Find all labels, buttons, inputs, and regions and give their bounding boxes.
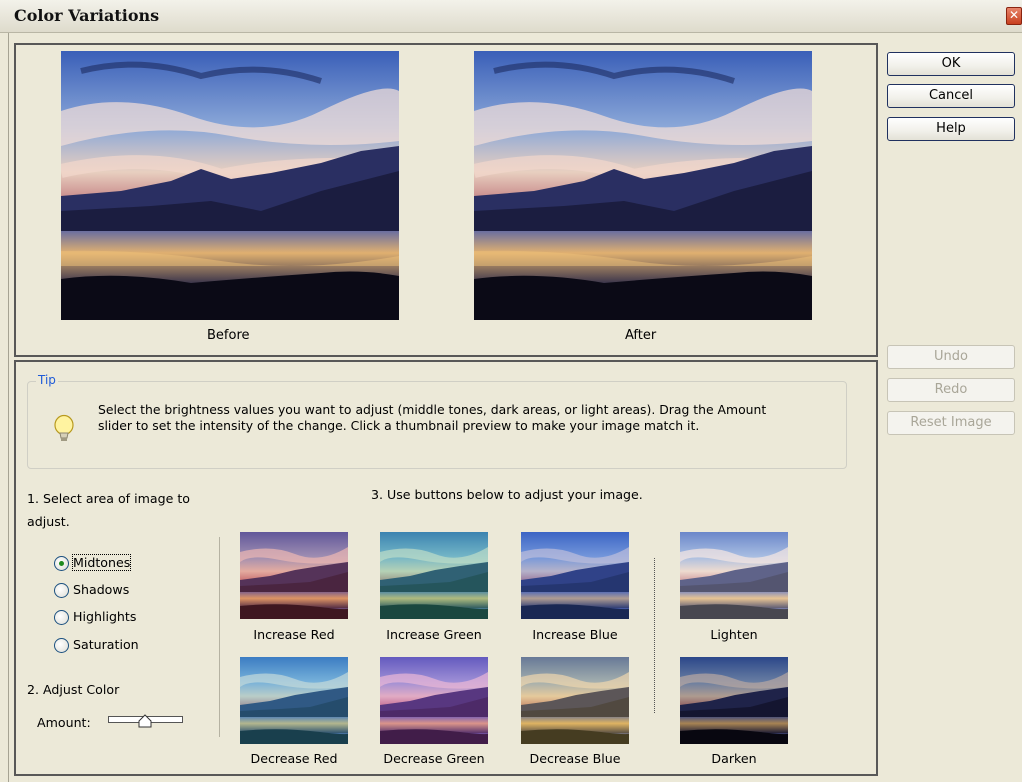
thumb-darken[interactable] bbox=[680, 657, 788, 744]
before-label: Before bbox=[207, 328, 250, 343]
radio-label: Highlights bbox=[73, 609, 137, 624]
after-label: After bbox=[625, 328, 657, 343]
thumb-increase-red[interactable] bbox=[240, 532, 348, 619]
radio-button[interactable] bbox=[54, 638, 69, 653]
amount-label: Amount: bbox=[37, 715, 91, 730]
thumb-label-decrease-blue: Decrease Blue bbox=[529, 751, 621, 766]
thumb-decrease-green[interactable] bbox=[380, 657, 488, 744]
step3-label: 3. Use buttons below to adjust your imag… bbox=[371, 487, 643, 502]
thumb-label-decrease-red: Decrease Red bbox=[250, 751, 338, 766]
cancel-button[interactable]: Cancel bbox=[887, 84, 1015, 108]
thumb-increase-green[interactable] bbox=[380, 532, 488, 619]
lightbulb-icon bbox=[52, 414, 76, 447]
reset-image-button[interactable]: Reset Image bbox=[887, 411, 1015, 435]
step1-label: 1. Select area of image to adjust. bbox=[27, 491, 190, 529]
radio-label: Saturation bbox=[73, 637, 139, 652]
vertical-divider bbox=[219, 537, 220, 737]
before-preview-image bbox=[61, 51, 399, 320]
ok-button[interactable]: OK bbox=[887, 52, 1015, 76]
thumb-decrease-blue[interactable] bbox=[521, 657, 629, 744]
thumb-label-increase-blue: Increase Blue bbox=[532, 627, 618, 642]
thumb-label-darken: Darken bbox=[711, 751, 757, 766]
close-icon: ✕ bbox=[1008, 8, 1020, 22]
after-preview-image bbox=[474, 51, 812, 320]
help-button[interactable]: Help bbox=[887, 117, 1015, 141]
radio-button[interactable] bbox=[54, 610, 69, 625]
thumb-label-decrease-green: Decrease Green bbox=[383, 751, 485, 766]
undo-button[interactable]: Undo bbox=[887, 345, 1015, 369]
radio-label: Shadows bbox=[73, 582, 130, 597]
amount-slider-thumb[interactable] bbox=[138, 714, 152, 731]
thumb-lighten[interactable] bbox=[680, 532, 788, 619]
window-title: Color Variations bbox=[14, 6, 160, 25]
tip-text: Select the brightness values you want to… bbox=[98, 402, 767, 433]
thumb-label-lighten: Lighten bbox=[710, 627, 758, 642]
radio-button[interactable] bbox=[54, 556, 69, 571]
thumb-label-increase-red: Increase Red bbox=[253, 627, 335, 642]
title-bar: Color Variations ✕ bbox=[0, 0, 1022, 33]
tip-legend: Tip bbox=[36, 373, 58, 387]
dotted-divider bbox=[654, 558, 655, 713]
close-button[interactable]: ✕ bbox=[1006, 7, 1022, 25]
thumb-label-increase-green: Increase Green bbox=[386, 627, 482, 642]
radio-label: Midtones bbox=[71, 554, 132, 571]
radio-button[interactable] bbox=[54, 583, 69, 598]
redo-button[interactable]: Redo bbox=[887, 378, 1015, 402]
thumb-increase-blue[interactable] bbox=[521, 532, 629, 619]
step2-label: 2. Adjust Color bbox=[27, 682, 120, 697]
thumb-decrease-red[interactable] bbox=[240, 657, 348, 744]
